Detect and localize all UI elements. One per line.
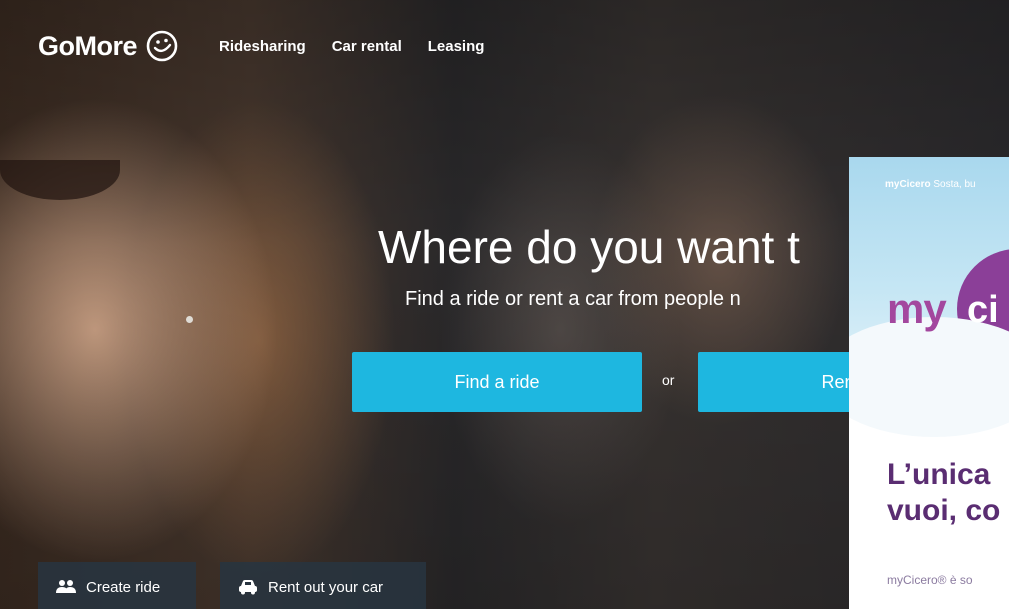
ad-tagline-text: Sosta, bu [930, 179, 976, 190]
nav-link-car-rental[interactable]: Car rental [332, 38, 402, 55]
nav-links: Ridesharing Car rental Leasing [219, 38, 484, 55]
or-separator: or [662, 372, 675, 388]
hero-subline: Find a ride or rent a car from people n [405, 288, 741, 310]
brand-logo[interactable]: GoMore [38, 29, 179, 63]
ad-tagline: myCicero Sosta, bu [885, 179, 976, 190]
users-icon [56, 580, 76, 593]
page: GoMore Ridesharing Car rental Leasing Wh… [0, 0, 1009, 609]
smiley-icon [146, 30, 178, 62]
rent-out-car-button[interactable]: Rent out your car [220, 562, 426, 609]
ad-logo-text: my [887, 285, 947, 332]
rent-out-car-label: Rent out your car [268, 578, 384, 596]
hero-headline: Where do you want t [378, 221, 800, 273]
nav-link-ridesharing[interactable]: Ridesharing [219, 38, 306, 55]
ad-heading-line-1: L’unica [887, 458, 991, 491]
ad-heading-line-2: vuoi, co [887, 494, 1001, 527]
create-ride-label: Create ride [86, 578, 161, 596]
ad-cloud-shape [849, 317, 1009, 437]
create-ride-button[interactable]: Create ride [38, 562, 196, 609]
mycicero-ad[interactable]: myCicero Sosta, bu my ci L’unica vuoi, c… [849, 157, 1009, 609]
top-nav: GoMore Ridesharing Car rental Leasing [38, 26, 484, 66]
find-ride-button[interactable]: Find a ride [352, 352, 642, 412]
car-icon [239, 580, 257, 595]
ad-tagline-brand: myCicero [885, 179, 931, 190]
ad-heading: L’unica vuoi, co [887, 457, 1000, 529]
brand-name: GoMore [38, 30, 138, 61]
nav-link-leasing[interactable]: Leasing [428, 38, 485, 55]
ad-small-text: myCicero® è so [887, 573, 973, 587]
ad-logo-circle-text: ci [967, 289, 999, 331]
